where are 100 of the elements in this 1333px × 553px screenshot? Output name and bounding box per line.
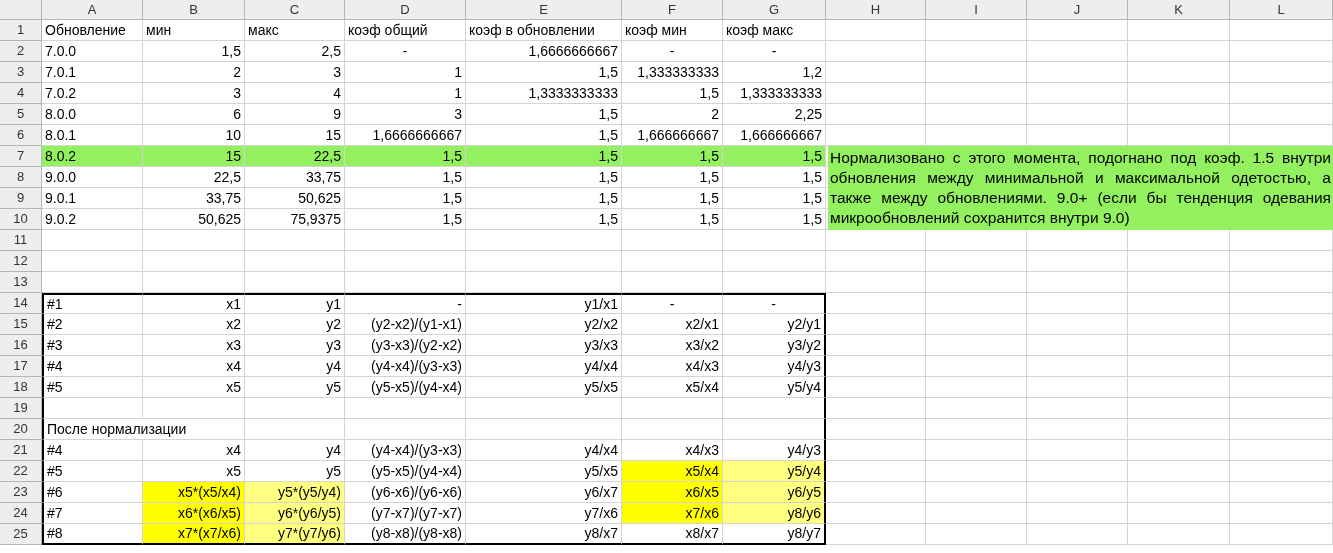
table-cell[interactable]: y6/y5: [723, 482, 826, 503]
table-cell[interactable]: 9.0.2: [42, 209, 143, 230]
table-cell[interactable]: (y5-x5)/(y4-x4): [345, 461, 466, 482]
row-header[interactable]: 4: [0, 83, 42, 104]
table-cell[interactable]: y5/y4: [723, 377, 826, 398]
table-cell[interactable]: (y4-x4)/(y3-x3): [345, 356, 466, 377]
table-cell[interactable]: (y2-x2)/(y1-x1): [345, 314, 466, 335]
table-cell[interactable]: x6/x5: [622, 482, 723, 503]
table-cell[interactable]: макс: [245, 20, 345, 41]
table-cell[interactable]: 1,5: [345, 188, 466, 209]
column-header[interactable]: K: [1128, 0, 1230, 20]
table-cell[interactable]: 2: [143, 62, 245, 83]
table-cell[interactable]: 8.0.0: [42, 104, 143, 125]
table-cell[interactable]: y5/y4: [723, 461, 826, 482]
table-cell[interactable]: y5*(y5/y4): [245, 482, 345, 503]
table-cell[interactable]: После нормализации: [42, 419, 245, 440]
table-cell[interactable]: y5: [245, 377, 345, 398]
table-cell[interactable]: (y4-x4)/(y3-x3): [345, 440, 466, 461]
table-cell[interactable]: 75,9375: [245, 209, 345, 230]
table-cell[interactable]: x7/x6: [622, 503, 723, 524]
row-header[interactable]: 5: [0, 104, 42, 125]
table-cell[interactable]: #5: [42, 377, 143, 398]
table-cell[interactable]: -: [723, 41, 826, 62]
table-cell[interactable]: y1/x1: [466, 293, 622, 314]
table-cell[interactable]: y4/x4: [466, 356, 622, 377]
row-header[interactable]: 8: [0, 167, 42, 188]
column-header[interactable]: H: [826, 0, 926, 20]
row-header[interactable]: 14: [0, 293, 42, 314]
row-header[interactable]: 21: [0, 440, 42, 461]
row-header[interactable]: 2: [0, 41, 42, 62]
table-cell[interactable]: 1,5: [723, 188, 826, 209]
table-cell[interactable]: x4/x3: [622, 356, 723, 377]
row-header[interactable]: 25: [0, 524, 42, 545]
table-cell[interactable]: 2,5: [245, 41, 345, 62]
table-cell[interactable]: 33,75: [245, 167, 345, 188]
table-cell[interactable]: #4: [42, 356, 143, 377]
table-cell[interactable]: 1,5: [466, 167, 622, 188]
table-cell[interactable]: x6*(x6/x5): [143, 503, 245, 524]
table-cell[interactable]: y8/x7: [466, 524, 622, 545]
table-cell[interactable]: 15: [143, 146, 245, 167]
table-cell[interactable]: (y7-x7)/(y7-x7): [345, 503, 466, 524]
table-cell[interactable]: 1,5: [622, 167, 723, 188]
table-cell[interactable]: 7.0.1: [42, 62, 143, 83]
column-header[interactable]: E: [466, 0, 622, 20]
table-cell[interactable]: #3: [42, 335, 143, 356]
column-header[interactable]: I: [926, 0, 1027, 20]
row-header[interactable]: 17: [0, 356, 42, 377]
row-header[interactable]: 7: [0, 146, 42, 167]
table-cell[interactable]: x5*(x5/x4): [143, 482, 245, 503]
table-cell[interactable]: -: [723, 293, 826, 314]
table-cell[interactable]: x5/x4: [622, 461, 723, 482]
column-header[interactable]: D: [345, 0, 466, 20]
table-cell[interactable]: 9.0.1: [42, 188, 143, 209]
row-header[interactable]: 19: [0, 398, 42, 419]
row-header[interactable]: 16: [0, 335, 42, 356]
table-cell[interactable]: 1,333333333: [723, 83, 826, 104]
table-cell[interactable]: 1,5: [345, 167, 466, 188]
table-cell[interactable]: 3: [245, 62, 345, 83]
row-header[interactable]: 3: [0, 62, 42, 83]
table-cell[interactable]: y3/y2: [723, 335, 826, 356]
column-header[interactable]: G: [723, 0, 826, 20]
table-cell[interactable]: y1: [245, 293, 345, 314]
table-cell[interactable]: x5/x4: [622, 377, 723, 398]
table-cell[interactable]: 1,5: [466, 146, 622, 167]
table-cell[interactable]: 7.0.2: [42, 83, 143, 104]
row-header[interactable]: 10: [0, 209, 42, 230]
table-cell[interactable]: 1,2: [723, 62, 826, 83]
table-cell[interactable]: 50,625: [245, 188, 345, 209]
row-header[interactable]: 23: [0, 482, 42, 503]
table-cell[interactable]: 1,5: [143, 41, 245, 62]
row-header[interactable]: 11: [0, 230, 42, 251]
table-cell[interactable]: 1,5: [622, 146, 723, 167]
table-cell[interactable]: -: [345, 41, 466, 62]
table-cell[interactable]: 2: [622, 104, 723, 125]
row-header[interactable]: 12: [0, 251, 42, 272]
table-cell[interactable]: x8/x7: [622, 524, 723, 545]
table-cell[interactable]: x5: [143, 377, 245, 398]
table-cell[interactable]: 8.0.2: [42, 146, 143, 167]
table-cell[interactable]: y2: [245, 314, 345, 335]
table-cell[interactable]: (y5-x5)/(y4-x4): [345, 377, 466, 398]
row-header[interactable]: 24: [0, 503, 42, 524]
table-cell[interactable]: 50,625: [143, 209, 245, 230]
table-cell[interactable]: 1,5: [723, 167, 826, 188]
table-cell[interactable]: 1,5: [345, 209, 466, 230]
table-cell[interactable]: -: [622, 41, 723, 62]
table-cell[interactable]: 3: [143, 83, 245, 104]
table-cell[interactable]: x3/x2: [622, 335, 723, 356]
table-cell[interactable]: y8/y7: [723, 524, 826, 545]
table-cell[interactable]: x1: [143, 293, 245, 314]
table-cell[interactable]: 6: [143, 104, 245, 125]
table-cell[interactable]: 9: [245, 104, 345, 125]
table-cell[interactable]: 1: [345, 83, 466, 104]
table-cell[interactable]: 1,5: [466, 188, 622, 209]
table-cell[interactable]: x4: [143, 440, 245, 461]
table-cell[interactable]: 1,5: [345, 146, 466, 167]
table-cell[interactable]: 1,5: [622, 188, 723, 209]
table-cell[interactable]: 22,5: [143, 167, 245, 188]
table-cell[interactable]: 7.0.0: [42, 41, 143, 62]
table-cell[interactable]: коэф в обновлении: [466, 20, 622, 41]
table-cell[interactable]: 9.0.0: [42, 167, 143, 188]
